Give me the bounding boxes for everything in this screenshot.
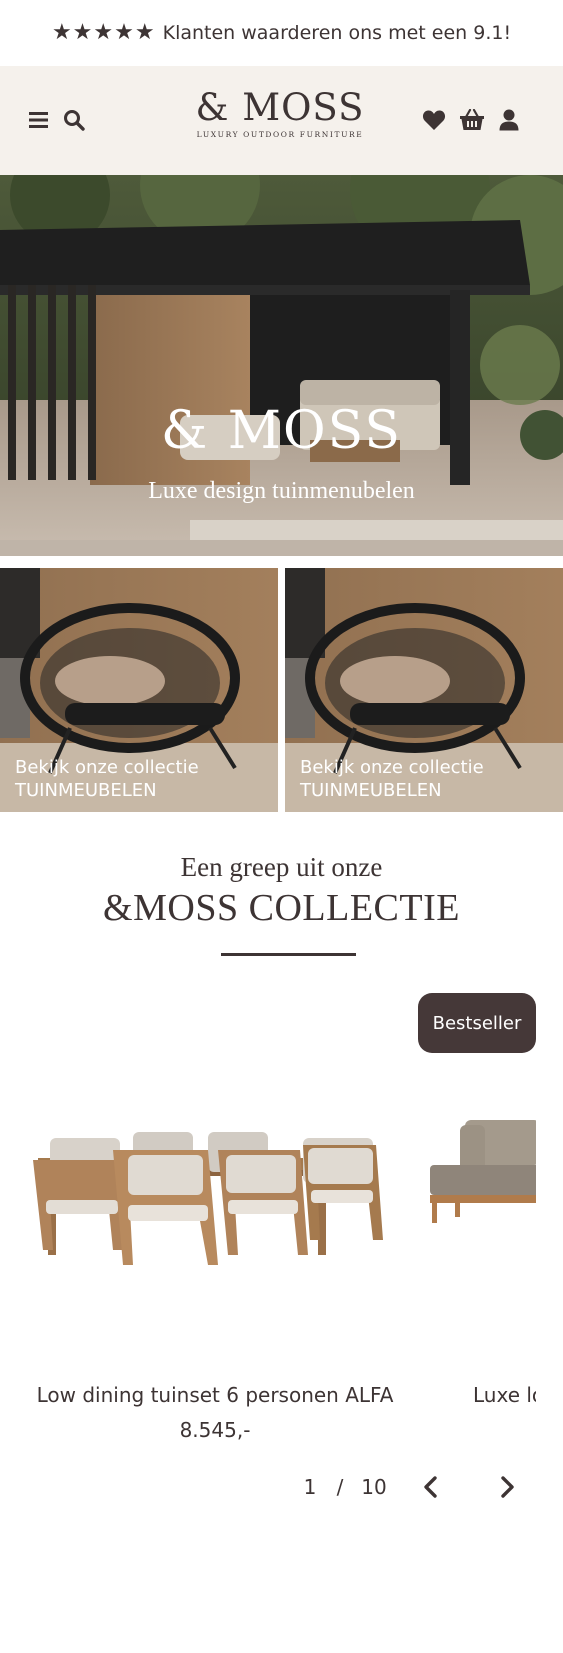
chevron-left-icon[interactable] bbox=[415, 1470, 445, 1504]
site-header: & MOSS LUXURY OUTDOOR FURNITURE bbox=[0, 66, 563, 175]
tile-caption: Bekijk onze collectie TUINMEUBELEN bbox=[15, 756, 199, 802]
star-icon: ★ bbox=[114, 20, 134, 45]
collection-tile[interactable]: Bekijk onze collectie TUINMEUBELEN bbox=[0, 568, 278, 812]
section-divider bbox=[221, 953, 356, 956]
product-name[interactable]: Low dining tuinset 6 personen ALFA bbox=[0, 1383, 430, 1407]
tile-caption: Bekijk onze collectie TUINMEUBELEN bbox=[300, 756, 484, 802]
section-pretitle: Een greep uit onze bbox=[180, 852, 383, 882]
product-image[interactable] bbox=[430, 1120, 536, 1240]
current-page: 1 bbox=[303, 1475, 317, 1499]
tile-caption-line2: TUINMEUBELEN bbox=[15, 780, 157, 801]
total-pages: 10 bbox=[361, 1475, 387, 1499]
hamburger-icon[interactable] bbox=[26, 107, 52, 133]
star-icon: ★ bbox=[72, 20, 93, 45]
tile-caption-line1: Bekijk onze collectie bbox=[300, 757, 484, 778]
review-bar: ★ ★ ★ ★ ★ Klanten waarderen ons met een … bbox=[0, 0, 563, 66]
product-image[interactable] bbox=[28, 1120, 408, 1280]
bestseller-badge: Bestseller bbox=[418, 993, 536, 1053]
product-name[interactable]: Luxe lo bbox=[473, 1383, 536, 1407]
review-text: Klanten waarderen ons met een 9.1! bbox=[162, 22, 512, 44]
hero-title: & MOSS bbox=[160, 401, 403, 461]
section-title: &MOSS COLLECTIE bbox=[103, 887, 460, 929]
search-icon[interactable] bbox=[61, 107, 87, 133]
hero-subtitle: Luxe design tuinmenubelen bbox=[148, 478, 415, 504]
collection-tile[interactable]: Bekijk onze collectie TUINMEUBELEN bbox=[285, 568, 563, 812]
product-carousel[interactable]: Bestseller Low dining tuinset 6 personen… bbox=[0, 990, 536, 1460]
page-separator: / bbox=[336, 1475, 344, 1499]
tile-caption-line2: TUINMEUBELEN bbox=[300, 780, 442, 801]
carousel-pagination: 1 / 10 bbox=[300, 1470, 388, 1504]
heart-icon[interactable] bbox=[421, 107, 447, 133]
chevron-right-icon[interactable] bbox=[493, 1470, 523, 1504]
tile-caption-line1: Bekijk onze collectie bbox=[15, 757, 199, 778]
logo-tagline: LUXURY OUTDOOR FURNITURE bbox=[196, 130, 364, 139]
star-icon: ★ bbox=[93, 20, 114, 45]
product-price: 8.545,- bbox=[179, 1418, 251, 1442]
basket-icon[interactable] bbox=[459, 107, 485, 133]
star-icon: ★ bbox=[134, 20, 155, 45]
site-logo[interactable]: & MOSS LUXURY OUTDOOR FURNITURE bbox=[190, 86, 370, 140]
logo-text: & MOSS bbox=[195, 86, 365, 129]
star-icon: ★ bbox=[51, 20, 72, 45]
rating-stars: ★ ★ ★ ★ ★ bbox=[52, 22, 155, 44]
hero-banner[interactable]: & MOSS Luxe design tuinmenubelen bbox=[0, 175, 563, 556]
user-icon[interactable] bbox=[496, 107, 522, 133]
